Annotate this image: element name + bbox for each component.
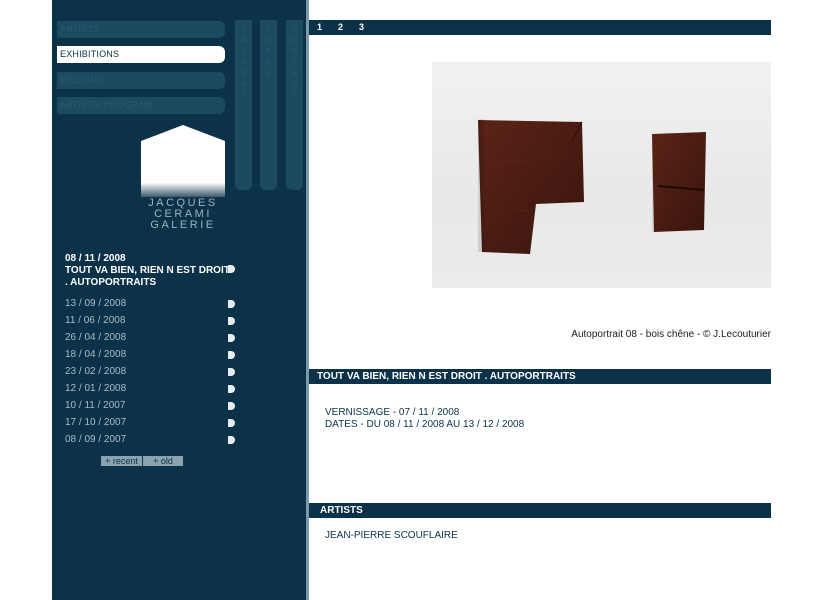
vtab-contact-char: C <box>291 26 298 33</box>
exhibition-title: TOUT VA BIEN, RIEN N EST DROIT . AUTOPOR… <box>317 371 576 382</box>
vtab-gallery-char: L <box>241 59 246 66</box>
vtab-gallery-char: E <box>241 70 246 77</box>
vtab-contact-char: N <box>291 48 298 55</box>
current-exhibition-title[interactable]: TOUT VA BIEN, RIEN N EST DROIT . AUTOPOR… <box>65 265 230 289</box>
vtab-gallery-char: A <box>241 37 246 44</box>
photo-caption: Autoportrait 08 - bois chêne - © J.Lecou… <box>571 329 771 340</box>
exhibition-date-item[interactable]: 11 / 06 / 2008 <box>65 315 125 326</box>
vernissage-text: VERNISSAGE - 07 / 11 / 2008 <box>325 407 460 418</box>
vtab-contact-char: C <box>291 81 298 88</box>
logo-text-line3: GALERIE <box>150 219 216 231</box>
vtab-contact[interactable]: C O N T A C T <box>286 20 303 190</box>
vtab-infos-char: N <box>265 37 272 44</box>
nav-mediums[interactable]: MEDIUMS <box>57 72 225 89</box>
dates-text: DATES - DU 08 / 11 / 2008 AU 13 / 12 / 2… <box>325 419 525 430</box>
exhibition-date-item[interactable]: 17 / 10 / 2007 <box>65 417 126 428</box>
nav-exhibitions[interactable]: EXHIBITIONS <box>57 46 225 63</box>
logo-house-icon[interactable] <box>141 125 225 197</box>
vtab-infos-char: S <box>266 70 271 77</box>
vtab-gallery-char: L <box>241 48 246 55</box>
vtab-gallery-char: R <box>240 81 247 88</box>
artists-title-bar <box>309 503 771 518</box>
vtab-contact-char: O <box>291 37 298 44</box>
vtab-infos[interactable]: I N F O S <box>260 20 277 190</box>
nav-artists[interactable]: ARTISTS <box>57 21 225 38</box>
vtab-infos-char: O <box>265 59 272 66</box>
vtab-gallery-char: G <box>240 26 247 33</box>
exhibition-date-item[interactable]: 23 / 02 / 2008 <box>65 366 126 377</box>
vtab-infos-char: I <box>267 26 270 33</box>
exhibition-date-item[interactable]: 18 / 04 / 2008 <box>65 349 126 360</box>
exhibition-date-item[interactable]: 08 / 09 / 2007 <box>65 434 126 445</box>
vtab-infos-char: F <box>266 48 271 55</box>
artwork-sculpture-image <box>478 118 706 254</box>
vtab-contact-char: T <box>292 92 297 99</box>
image-page-3[interactable]: 3 <box>359 22 364 32</box>
current-exhibition-date[interactable]: 08 / 11 / 2008 <box>65 253 126 264</box>
recent-button[interactable]: + recent <box>101 456 142 466</box>
vtab-gallery-char: Y <box>241 92 246 99</box>
image-page-2[interactable]: 2 <box>338 22 343 32</box>
exhibition-date-item[interactable]: 26 / 04 / 2008 <box>65 332 126 343</box>
old-button[interactable]: + old <box>143 456 183 466</box>
image-page-1[interactable]: 1 <box>317 22 322 32</box>
exhibition-date-item[interactable]: 10 / 11 / 2007 <box>65 400 125 411</box>
vtab-contact-char: A <box>292 70 297 77</box>
vtab-contact-char: T <box>292 59 297 66</box>
image-pager-bar <box>309 20 771 35</box>
artwork-photo <box>432 62 771 288</box>
exhibition-date-item[interactable]: 13 / 09 / 2008 <box>65 298 126 309</box>
artist-link[interactable]: JEAN-PIERRE SCOUFLAIRE <box>325 530 458 541</box>
artists-section-title: ARTISTS <box>320 505 363 516</box>
vtab-gallery[interactable]: G A L L E R Y <box>235 20 252 190</box>
nav-artists-program[interactable]: ARTISTS' PROGRAM <box>57 97 225 114</box>
exhibition-date-item[interactable]: 12 / 01 / 2008 <box>65 383 126 394</box>
